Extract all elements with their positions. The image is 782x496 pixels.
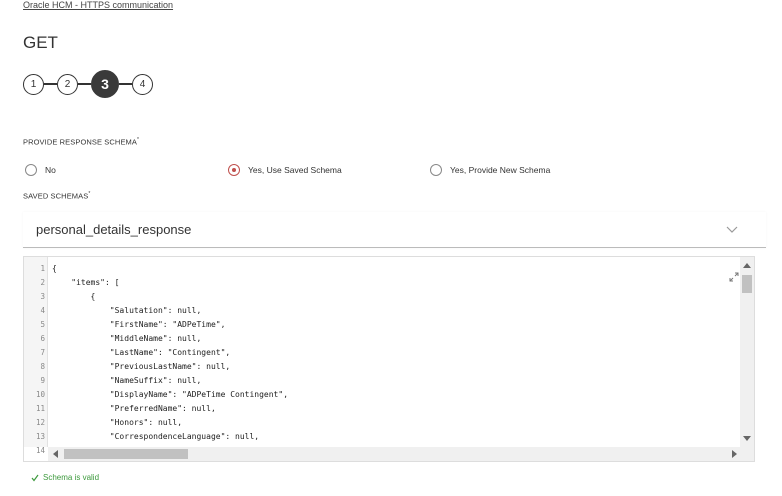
response-schema-label-text: PROVIDE RESPONSE SCHEMA (23, 137, 137, 147)
line-number: 10 (35, 390, 45, 399)
step-3-active[interactable]: 3 (91, 70, 119, 98)
line-number: 7 (40, 348, 45, 357)
page-title: GET (23, 33, 58, 52)
check-icon (31, 474, 39, 481)
code-line: { (52, 264, 57, 273)
vertical-scroll-thumb[interactable] (742, 275, 752, 293)
radio-label: Yes, Provide New Schema (450, 165, 551, 175)
code-line: "CorrespondenceLanguage": null, (52, 432, 260, 441)
code-line: "Honors": null, (52, 418, 183, 427)
code-line: "items": [ (52, 278, 120, 287)
required-marker: * (137, 137, 140, 143)
code-line: "FirstName": "ADPeTime", (52, 320, 226, 329)
code-line: "DisplayName": "ADPeTime Contingent", (52, 390, 289, 399)
vertical-scrollbar[interactable] (740, 257, 754, 447)
step-2[interactable]: 2 (57, 73, 78, 95)
code-line: "MiddleName": null, (52, 334, 202, 343)
line-number: 15 (24, 458, 45, 461)
line-number: 6 (40, 334, 45, 343)
radio-circle[interactable] (25, 164, 37, 176)
line-number: 11 (35, 404, 45, 413)
scroll-left-arrow-icon[interactable] (53, 450, 58, 458)
line-number: 1 (40, 264, 45, 273)
scroll-right-arrow-icon[interactable] (732, 450, 737, 458)
radio-option-provide-new-schema[interactable]: Yes, Provide New Schema (430, 164, 550, 176)
line-number: 5 (40, 320, 45, 329)
response-schema-radio-group: No Yes, Use Saved Schema Yes, Provide Ne… (23, 164, 763, 178)
line-number: 3 (40, 292, 45, 301)
line-number-gutter: 123456789101112131415 (24, 257, 48, 461)
code-line: "PreferredName": null, (52, 404, 216, 413)
line-number: 9 (40, 376, 45, 385)
code-line: "LastName": "Contingent", (52, 348, 231, 357)
radio-option-no[interactable]: No (25, 164, 56, 176)
radio-circle[interactable] (430, 164, 442, 176)
horizontal-scrollbar[interactable] (48, 447, 742, 461)
line-number: 2 (40, 278, 45, 287)
line-number: 8 (40, 362, 45, 371)
radio-circle-checked[interactable] (228, 164, 240, 176)
line-number: 4 (40, 306, 45, 315)
line-number: 13 (35, 432, 45, 441)
code-line: "NameSuffix": null, (52, 376, 202, 385)
radio-label: Yes, Use Saved Schema (248, 165, 342, 175)
selected-schema-value: personal_details_response (36, 222, 192, 237)
scrollbar-corner (740, 447, 754, 461)
step-connector (78, 83, 91, 85)
step-4[interactable]: 4 (132, 73, 153, 95)
step-connector (44, 83, 57, 85)
schema-code-editor[interactable]: 123456789101112131415 { "items": [ { "Sa… (23, 256, 755, 462)
saved-schemas-select[interactable]: personal_details_response (23, 212, 766, 248)
code-line: { (52, 292, 96, 301)
step-1[interactable]: 1 (23, 73, 44, 95)
required-marker: * (88, 191, 91, 197)
stepper: 1 2 3 4 (23, 70, 153, 98)
radio-dot (232, 168, 236, 172)
scroll-down-arrow-icon[interactable] (743, 436, 751, 441)
status-message: Schema is valid (43, 473, 100, 482)
breadcrumb[interactable]: Oracle HCM - HTTPS communication (23, 0, 173, 10)
response-schema-label: PROVIDE RESPONSE SCHEMA* (23, 137, 139, 147)
saved-schemas-label-text: SAVED SCHEMAS (23, 191, 89, 201)
code-line: "Salutation": null, (52, 306, 202, 315)
radio-label: No (45, 165, 56, 175)
saved-schemas-label: SAVED SCHEMAS* (23, 191, 90, 201)
scroll-up-arrow-icon[interactable] (743, 263, 751, 268)
schema-valid-status: Schema is valid (31, 473, 99, 482)
line-number: 14 (35, 446, 45, 455)
chevron-down-icon[interactable] (726, 224, 738, 234)
radio-option-use-saved-schema[interactable]: Yes, Use Saved Schema (228, 164, 342, 176)
step-connector (119, 83, 132, 85)
line-number: 12 (35, 418, 45, 427)
horizontal-scroll-thumb[interactable] (64, 449, 188, 459)
expand-icon[interactable] (729, 272, 739, 282)
code-line: "PreviousLastName": null, (52, 362, 231, 371)
